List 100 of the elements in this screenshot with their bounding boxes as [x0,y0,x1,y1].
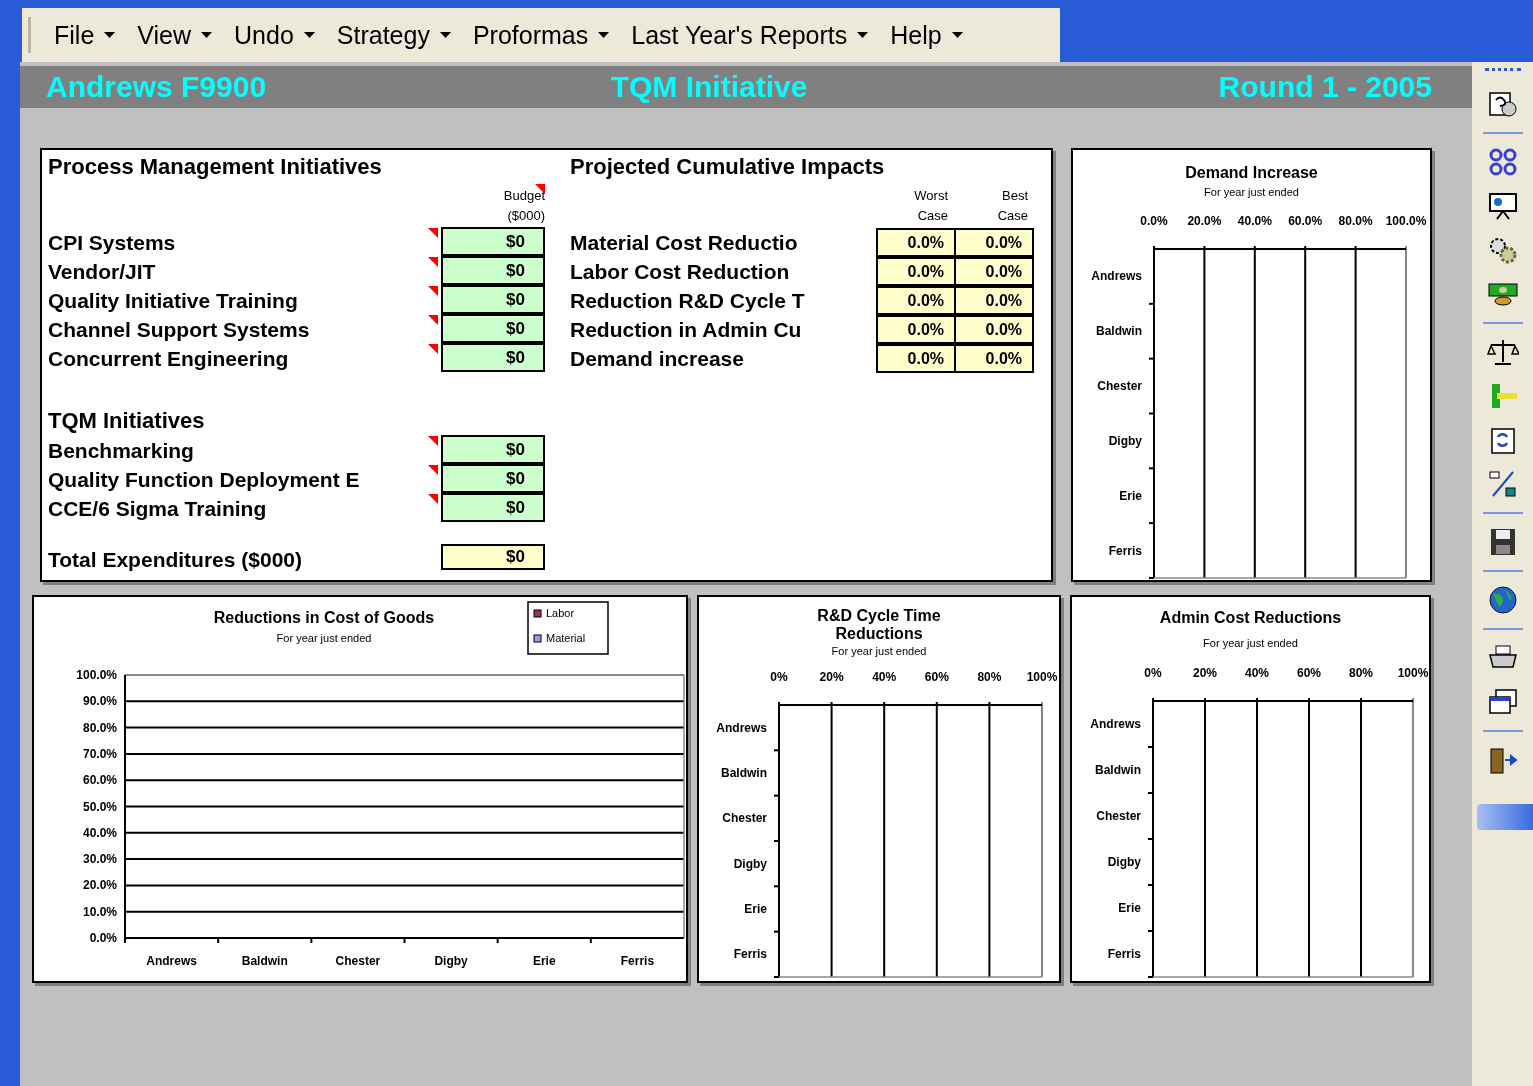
initiative-label: Concurrent Engineering [48,346,290,371]
axis-tick-label: 40% [1245,666,1269,680]
category-label: Andrews [1090,717,1141,731]
initiative-label: Quality Initiative Training [48,288,299,313]
impact-value: 0.0% [954,256,1034,286]
axis-tick-label: 40.0% [1237,214,1272,228]
budget-input[interactable]: $0 [441,435,545,464]
category-label: Digby [1108,433,1142,448]
budget-input[interactable]: $0 [441,227,545,256]
category-label: Baldwin [1096,324,1142,339]
menu-item[interactable]: Proformas [463,16,619,54]
category-label: Digby [434,954,468,968]
caret-icon [303,31,315,39]
impact-value: 0.0% [954,343,1034,373]
budget-input[interactable]: $0 [441,464,545,493]
toolbar-tab[interactable] [1477,804,1533,830]
category-label: Chester [1096,809,1141,823]
menu-item[interactable]: Last Year's Reports [622,16,878,54]
category-label: Chester [722,811,767,826]
menu-item[interactable]: View [128,16,222,54]
column-header: Case [997,207,1028,225]
column-header: Best [1002,187,1028,205]
impact-value: 0.0% [954,314,1034,344]
axis-tick-label: 0% [770,670,788,684]
impact-label: Material Cost Reductio [570,230,799,255]
impact-value: 0.0% [876,285,956,315]
axis-tick-label: 20.0% [82,878,117,893]
category-label: Ferris [1108,543,1142,558]
initiative-label: Benchmarking [48,438,195,463]
category-label: Andrews [716,720,767,735]
axis-tick-label: 0.0% [89,931,117,945]
axis-tick-label: 20.0% [1187,214,1222,228]
initiative-label: Quality Function Deployment E [48,467,361,492]
budget-input[interactable]: $0 [441,493,545,522]
axis-tick-label: 80.0% [1338,214,1373,228]
axis-tick-label: 100% [1026,670,1058,684]
category-label: Digby [733,856,767,871]
caret-icon [857,31,869,39]
caret-icon [598,31,610,39]
menu-item[interactable]: Strategy [327,16,460,54]
category-label: Baldwin [241,954,288,968]
menu-item[interactable]: Help [881,16,972,54]
impact-value: 0.0% [876,314,956,344]
axis-tick-label: 40% [872,670,897,684]
budget-input[interactable]: $0 [441,285,545,314]
section-title: TQM Initiatives [48,407,206,435]
chart-title: Reductions in Cost of Goods [213,609,435,626]
chart-subtitle: For year just ended [276,632,372,644]
impact-label: Labor Cost Reduction [570,259,791,284]
impact-value: 0.0% [876,227,956,257]
column-header: Worst [914,187,948,205]
axis-tick-label: 60.0% [1288,214,1323,228]
caret-icon [104,31,116,39]
impact-value: 0.0% [954,227,1034,257]
chart-subtitle: For year just ended [831,645,927,657]
impact-label: Reduction R&D Cycle T [570,288,806,313]
budget-input[interactable]: $0 [441,343,545,372]
axis-tick-label: 60.0% [82,773,117,788]
category-label: Erie [532,954,556,968]
axis-tick-label: 70.0% [82,746,117,761]
category-label: Chester [1097,379,1142,394]
caret-icon [201,31,213,39]
category-label: Baldwin [721,766,767,780]
category-label: Baldwin [1095,763,1141,777]
chart-title: Reductions [835,625,923,642]
team-name: Andrews F9900 [46,70,268,104]
chart-title: R&D Cycle Time [817,607,941,624]
budget-input[interactable]: $0 [441,256,545,285]
category-label: Andrews [146,954,197,968]
category-label: Ferris [733,947,767,962]
menu-item[interactable]: File [45,16,125,54]
initiative-label: Channel Support Systems [48,317,311,342]
axis-tick-label: 80% [1349,666,1373,680]
section-title: Projected Cumulative Impacts [570,153,886,181]
budget-input[interactable]: $0 [441,314,545,343]
category-label: Erie [1119,488,1142,503]
round-label: Round 1 - 2005 [1218,70,1432,104]
category-label: Digby [1107,855,1141,869]
caret-icon [951,31,963,39]
chart-title: Admin Cost Reductions [1159,609,1342,626]
column-header: Budget [503,187,545,205]
axis-tick-label: 0% [1144,666,1162,680]
impact-value: 0.0% [876,343,956,373]
category-label: Erie [1118,901,1141,915]
menu-item[interactable]: Undo [225,16,324,54]
total-label: Total Expenditures ($000) [48,547,303,572]
axis-tick-label: 40.0% [82,825,117,840]
axis-tick-label: 100.0% [76,668,117,682]
column-header: ($000) [507,207,545,225]
category-label: Chester [335,954,381,968]
axis-tick-label: 100.0% [1385,214,1427,228]
axis-tick-label: 10.0% [82,904,117,919]
initiative-label: CCE/6 Sigma Training [48,496,268,521]
impact-value: 0.0% [954,285,1034,315]
axis-tick-label: 60% [924,670,949,684]
chart-subtitle: For year just ended [1204,186,1299,198]
axis-tick-label: 80.0% [82,720,117,735]
initiative-label: Vendor/JIT [48,259,157,284]
category-label: Ferris [620,954,655,968]
impact-value: 0.0% [876,256,956,286]
